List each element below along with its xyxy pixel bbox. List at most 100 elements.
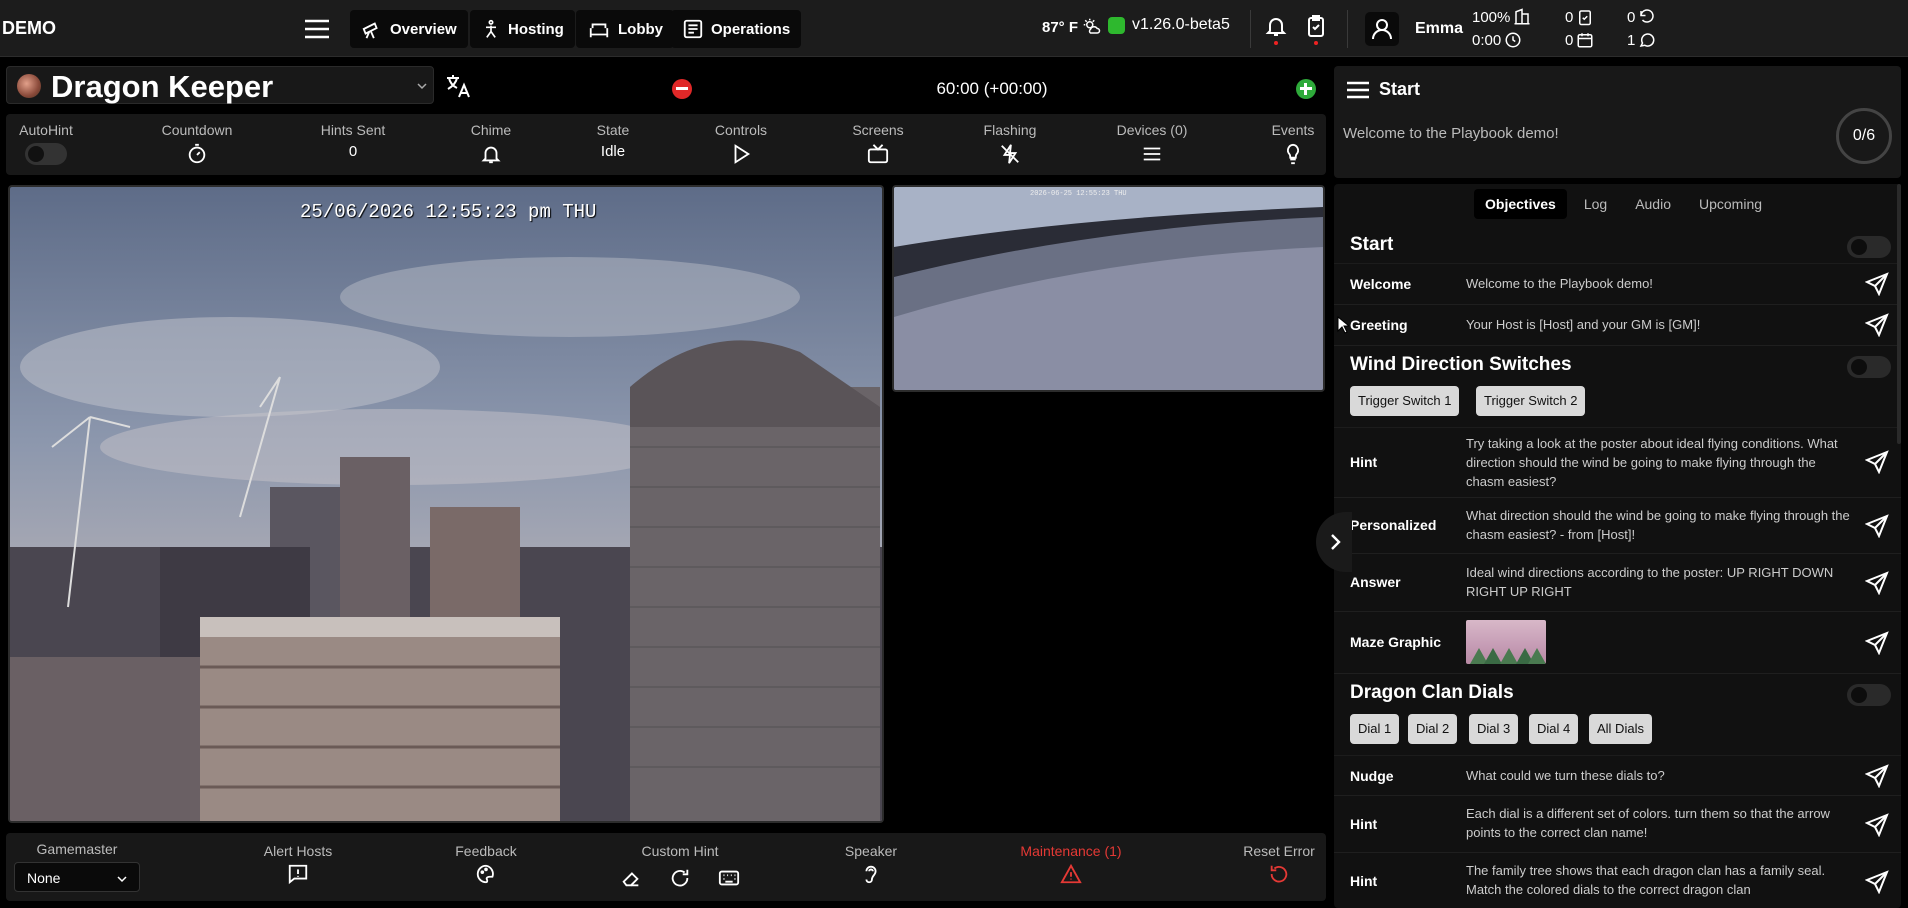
- palette-icon: [476, 864, 494, 884]
- clipboard-check-icon[interactable]: [1304, 14, 1328, 40]
- gamemaster-select[interactable]: None: [14, 862, 140, 892]
- feedback-button[interactable]: Feedback: [426, 843, 546, 885]
- events-control[interactable]: Events: [1238, 122, 1348, 165]
- send-icon[interactable]: [1865, 313, 1889, 337]
- trigger-switch-2-button[interactable]: Trigger Switch 2: [1476, 386, 1586, 416]
- camera-image: [894, 187, 1323, 390]
- all-dials-button[interactable]: All Dials: [1589, 714, 1652, 744]
- refresh-icon[interactable]: [669, 867, 691, 889]
- flashing-control[interactable]: Flashing: [955, 122, 1065, 165]
- send-icon[interactable]: [1865, 571, 1889, 595]
- list-item: Hint Each dial is a different set of col…: [1334, 796, 1901, 853]
- dial-2-button[interactable]: Dial 2: [1408, 714, 1458, 744]
- nav-overview[interactable]: Overview: [350, 10, 468, 48]
- reset-error-button[interactable]: Reset Error: [1219, 843, 1339, 885]
- send-icon[interactable]: [1865, 272, 1889, 296]
- section-title: Wind Direction Switches: [1350, 354, 1572, 375]
- maintenance-button[interactable]: Maintenance (1): [1001, 843, 1141, 885]
- section-header: Wind Direction Switches: [1334, 346, 1901, 380]
- translate-icon[interactable]: [444, 72, 472, 100]
- section-toggle[interactable]: [1847, 684, 1891, 706]
- panel-expand-button[interactable]: [1316, 512, 1352, 572]
- tab-log[interactable]: Log: [1573, 189, 1618, 219]
- row-text: What could we turn these dials to?: [1466, 768, 1665, 783]
- custom-hint-label: Custom Hint: [641, 843, 719, 859]
- elapsed-stat: 0:00: [1472, 31, 1522, 49]
- row-label: Personalized: [1350, 517, 1437, 533]
- control-label: Controls: [714, 122, 768, 138]
- devices-control[interactable]: Devices (0): [1097, 122, 1207, 165]
- autohint-control[interactable]: AutoHint: [0, 122, 101, 165]
- notifications-bell-icon[interactable]: [1264, 14, 1288, 40]
- hints-sent-control: Hints Sent 0: [298, 122, 408, 165]
- menu-icon: [1143, 147, 1161, 161]
- speaker-button[interactable]: Speaker: [811, 843, 931, 885]
- camera-feed-secondary[interactable]: 2026-06-25 12:55:23 THU: [892, 185, 1325, 392]
- dial-3-button[interactable]: Dial 3: [1469, 714, 1519, 744]
- screens-control[interactable]: Screens: [823, 122, 933, 165]
- tv-icon: [867, 144, 889, 164]
- playbook-panel: Objectives Log Audio Upcoming Start Welc…: [1334, 184, 1901, 908]
- elapsed-value: 0:00: [1472, 31, 1502, 49]
- tab-audio[interactable]: Audio: [1624, 189, 1682, 219]
- eraser-icon[interactable]: [620, 867, 642, 889]
- tab-upcoming[interactable]: Upcoming: [1688, 189, 1773, 219]
- control-label: State: [596, 122, 630, 138]
- row-text: What direction should the wind be going …: [1466, 508, 1850, 542]
- autohint-toggle[interactable]: [25, 143, 67, 165]
- game-selector[interactable]: Dragon Keeper: [6, 66, 434, 104]
- list-item: Answer Ideal wind directions according t…: [1334, 554, 1901, 612]
- objectives-list: Start Welcome Welcome to the Playbook de…: [1334, 226, 1901, 908]
- stopwatch-icon: [188, 143, 206, 164]
- send-icon[interactable]: [1865, 764, 1889, 788]
- section-header: Start: [1334, 226, 1901, 264]
- control-label: Screens: [852, 122, 904, 138]
- controls-control[interactable]: Controls: [686, 122, 796, 165]
- list-item: Greeting Your Host is [Host] and your GM…: [1334, 305, 1901, 346]
- chevron-down-icon: [117, 876, 127, 883]
- maze-graphic-thumbnail[interactable]: [1466, 620, 1546, 664]
- gamemaster-label: Gamemaster: [36, 841, 118, 857]
- panel-scrollbar[interactable]: [1897, 184, 1901, 444]
- row-label: Greeting: [1350, 317, 1408, 333]
- version-label: v1.26.0-beta5: [1132, 16, 1230, 33]
- scheduled-value: 0: [1565, 31, 1574, 49]
- row-label: Hint: [1350, 873, 1378, 889]
- chat-bubble-icon: [1639, 33, 1655, 48]
- hamburger-menu-icon[interactable]: [302, 14, 332, 44]
- send-icon[interactable]: [1865, 813, 1889, 837]
- keyboard-icon[interactable]: [718, 867, 740, 889]
- nav-operations[interactable]: Operations: [671, 10, 802, 48]
- camera-feed-main[interactable]: 25/06/2026 12:55:23 pm THU: [8, 185, 884, 823]
- nav-hosting[interactable]: Hosting: [470, 10, 575, 48]
- tasks-value: 0: [1565, 8, 1574, 26]
- send-icon[interactable]: [1865, 870, 1889, 894]
- trigger-switch-1-button[interactable]: Trigger Switch 1: [1350, 386, 1460, 416]
- send-icon[interactable]: [1865, 514, 1889, 538]
- playbook-menu-icon[interactable]: [1345, 77, 1371, 103]
- dial-1-button[interactable]: Dial 1: [1350, 714, 1400, 744]
- row-text: Try taking a look at the poster about id…: [1466, 436, 1838, 489]
- countdown-control[interactable]: Countdown: [142, 122, 252, 165]
- state-control: State Idle: [558, 122, 668, 165]
- alert-hosts-button[interactable]: Alert Hosts: [238, 843, 358, 885]
- section-toggle[interactable]: [1847, 356, 1891, 378]
- dial-4-button[interactable]: Dial 4: [1529, 714, 1579, 744]
- chime-control[interactable]: Chime: [436, 122, 546, 165]
- send-icon[interactable]: [1865, 631, 1889, 655]
- chevron-down-icon: [417, 81, 427, 91]
- battery-value: 100%: [1472, 8, 1511, 26]
- bottom-bar: Gamemaster None Alert Hosts Feedback Cus…: [6, 833, 1326, 901]
- send-icon[interactable]: [1865, 450, 1889, 474]
- avatar[interactable]: [1365, 12, 1399, 46]
- row-text: Welcome to the Playbook demo!: [1466, 276, 1653, 291]
- playbook-title: Start: [1379, 79, 1421, 99]
- app-logo: DEMO: [2, 18, 56, 38]
- game-timer: 60:00 (+00:00): [662, 74, 1322, 104]
- increase-time-button[interactable]: [1296, 79, 1316, 99]
- divider: [1347, 10, 1348, 48]
- section-toggle[interactable]: [1847, 236, 1891, 258]
- divider: [1250, 10, 1251, 48]
- nav-lobby[interactable]: Lobby: [576, 10, 674, 48]
- tab-objectives[interactable]: Objectives: [1474, 189, 1567, 219]
